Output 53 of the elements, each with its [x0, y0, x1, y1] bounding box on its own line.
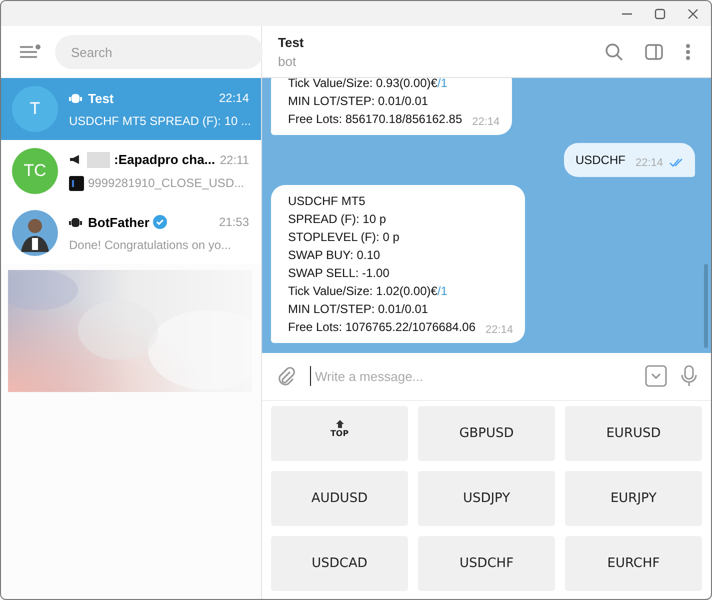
keyboard-button[interactable]: EURUSD: [565, 406, 702, 461]
megaphone-icon: [69, 154, 81, 165]
attach-icon[interactable]: [276, 366, 296, 386]
keyboard-button[interactable]: AUDUSD: [271, 471, 408, 526]
search-field[interactable]: Search: [55, 35, 263, 69]
avatar: T: [12, 86, 58, 132]
chat-time: 22:11: [220, 152, 249, 166]
chat-preview: USDCHF MT5 SPREAD (F): 10 ...: [69, 114, 252, 128]
chat-time: 22:14: [218, 91, 249, 105]
chat-name: BotFather: [88, 214, 150, 230]
keyboard-button[interactable]: USDJPY: [418, 471, 555, 526]
message-time: 22:14: [472, 116, 500, 128]
chat-name: Test: [88, 90, 114, 106]
keyboard-button[interactable]: TOP: [271, 406, 408, 461]
more-icon[interactable]: [685, 42, 691, 61]
message-line: MIN LOT/STEP: 0.01/0.01: [288, 300, 430, 318]
message-line: Free Lots: 856170.18/856162.85: [288, 110, 462, 128]
chat-preview: 9999281910_CLOSE_USD...: [88, 176, 244, 190]
keyboard-button[interactable]: GBPUSD: [418, 406, 555, 461]
message-line: Tick Value/Size: 0.93(0.00)€/1: [288, 78, 448, 92]
keyboard-toggle-icon[interactable]: [645, 365, 667, 388]
message-line: MIN LOT/STEP: 0.01/0.01: [288, 92, 430, 110]
bot-icon: [69, 92, 82, 104]
sidebar-toggle-icon[interactable]: [645, 44, 663, 60]
chat-time: 21:53: [218, 215, 249, 229]
scrollbar[interactable]: [704, 264, 708, 348]
keyboard-button[interactable]: EURJPY: [565, 471, 702, 526]
keyboard-button[interactable]: EURCHF: [565, 536, 702, 591]
message-line: SPREAD (F): 10 p: [288, 210, 388, 228]
microphone-icon[interactable]: [681, 365, 697, 388]
maximize-icon[interactable]: [654, 8, 666, 20]
message-line: SWAP SELL: -1.00: [288, 264, 390, 282]
message-line: Free Lots: 1076765.22/1076684.06: [288, 318, 476, 336]
chat-name: :Eapadpro cha...: [114, 152, 216, 167]
message-time: 22:14: [486, 324, 514, 336]
close-icon[interactable]: [687, 8, 699, 20]
menu-icon[interactable]: [19, 44, 41, 60]
chat-preview: Done! Congratulations on yo...: [69, 238, 232, 252]
bot-icon: [69, 216, 82, 228]
up-arrow-icon: [336, 420, 344, 428]
avatar: TC: [12, 148, 58, 194]
keyboard-button[interactable]: USDCHF: [418, 536, 555, 591]
message-line: USDCHF: [575, 152, 626, 169]
message-time: 22:14: [635, 156, 663, 169]
avatar-icon: [12, 210, 58, 256]
search-icon[interactable]: [605, 42, 623, 61]
chat-subtitle: bot: [278, 54, 298, 69]
keyboard-button[interactable]: USDCAD: [271, 536, 408, 591]
message-line: Tick Value/Size: 1.02(0.00)€/1: [288, 282, 448, 300]
chat-title: Test: [278, 34, 305, 50]
message-line: USDCHF MT5: [288, 192, 366, 210]
message-line: STOPLEVEL (F): 0 p: [288, 228, 400, 246]
message-line: SWAP BUY: 0.10: [288, 246, 382, 264]
